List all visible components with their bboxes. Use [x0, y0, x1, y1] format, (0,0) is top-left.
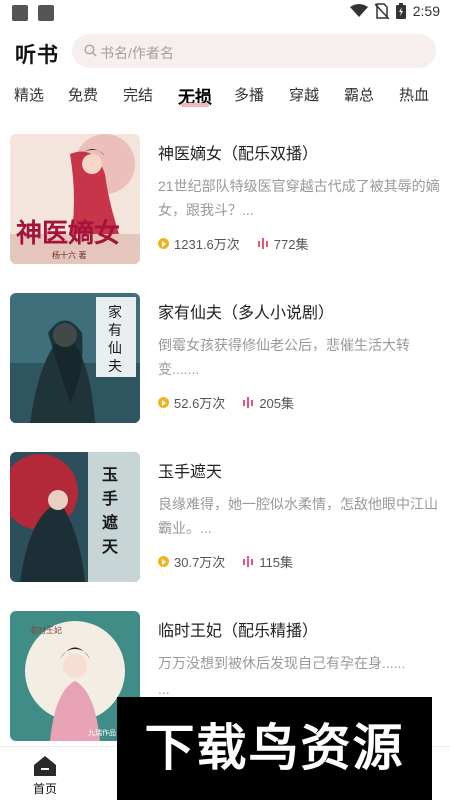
book-item[interactable]: 家 有 仙 夫 家有仙夫（多人小说剧） 倒霉女孩获得修仙老公后，悲催生活大转变.…: [0, 293, 450, 433]
status-bar: 2:59: [0, 0, 450, 26]
book-meta: 30.7万次 115集: [158, 552, 293, 571]
play-count-icon: [158, 397, 169, 408]
svg-text:玉: 玉: [102, 465, 118, 484]
episode-count: 772集: [273, 237, 309, 252]
book-cover[interactable]: 神医嫡女 杨十六 著: [10, 134, 140, 264]
episodes-icon: [257, 238, 268, 249]
tab-mianfei[interactable]: 免费: [68, 84, 98, 105]
book-title[interactable]: 神医嫡女（配乐双播）: [158, 140, 318, 164]
book-cover[interactable]: 家 有 仙 夫: [10, 293, 140, 423]
watermark-overlay: 下载鸟资源: [117, 697, 432, 800]
book-cover[interactable]: 玉 手 遮 天: [10, 452, 140, 582]
tab-rexue[interactable]: 热血: [399, 84, 429, 105]
tab-jingxuan[interactable]: 精选: [14, 84, 44, 105]
battery-icon: [395, 3, 406, 19]
header: 听书 书名/作者名: [0, 32, 450, 72]
book-item[interactable]: 神医嫡女 杨十六 著 神医嫡女（配乐双播） 21世纪部队特级医官穿越古代成了被其…: [0, 134, 450, 274]
svg-text:夫: 夫: [108, 359, 122, 375]
home-icon: [34, 756, 56, 776]
app-title: 听书: [15, 44, 59, 67]
tab-wanjie[interactable]: 完结: [123, 84, 153, 105]
book-item[interactable]: 玉 手 遮 天 玉手遮天 良缘难得，她一腔似水柔情，怎敌他眼中江山霸业。... …: [0, 452, 450, 592]
book-meta: 1231.6万次 772集: [158, 234, 308, 253]
cover-author: 杨十六 著: [52, 250, 87, 260]
search-icon: [84, 44, 97, 57]
no-sim-icon: [374, 3, 389, 19]
tab-label-home: 首页: [32, 782, 57, 796]
play-count: 52.6万次: [174, 396, 226, 411]
tab-home[interactable]: 首页: [0, 747, 90, 800]
play-count-icon: [158, 556, 169, 567]
cover-author: 九瑞作品: [88, 728, 116, 737]
svg-text:天: 天: [102, 537, 119, 556]
svg-text:遮: 遮: [102, 513, 118, 532]
play-count: 30.7万次: [174, 555, 226, 570]
svg-text:仙: 仙: [108, 341, 122, 357]
play-count: 1231.6万次: [174, 237, 240, 252]
book-title[interactable]: 家有仙夫（多人小说剧）: [158, 299, 334, 323]
wifi-icon: [349, 4, 368, 17]
cover-title: 神医嫡女: [16, 218, 120, 249]
book-description: 万万没想到被休后发现自己有孕在身......: [158, 655, 406, 671]
episodes-icon: [243, 556, 254, 567]
book-title[interactable]: 玉手遮天: [158, 458, 222, 482]
book-description: 21世纪部队特级医官穿越古代成了被其辱的嫡女，跟我斗？...: [158, 178, 440, 218]
episode-count: 115集: [259, 555, 294, 570]
tab-chuanyue[interactable]: 穿越: [289, 84, 319, 105]
episodes-icon: [243, 397, 254, 408]
app-notification-icon: [38, 5, 54, 21]
play-count-icon: [158, 238, 169, 249]
search-placeholder: 书名/作者名: [100, 45, 174, 61]
cover-title: 临时王妃: [30, 625, 62, 635]
watermark-text: 下载鸟资源: [144, 720, 405, 776]
search-input[interactable]: 书名/作者名: [72, 34, 436, 68]
active-tab-indicator: [181, 103, 209, 107]
episode-count: 205集: [259, 396, 295, 411]
tab-duobo[interactable]: 多播: [234, 84, 264, 105]
gallery-notification-icon: [12, 5, 28, 21]
book-meta: 52.6万次 205集: [158, 393, 294, 412]
category-tabs: 精选 免费 完结 无损 多播 穿越 霸总 热血: [0, 84, 450, 108]
book-description: 良缘难得，她一腔似水柔情，怎敌他眼中江山霸业。...: [158, 496, 438, 536]
book-title[interactable]: 临时王妃（配乐精播）: [158, 617, 318, 641]
svg-text:有: 有: [108, 323, 122, 339]
book-description: 倒霉女孩获得修仙老公后，悲催生活大转变.......: [158, 337, 410, 377]
svg-text:家: 家: [108, 304, 122, 321]
svg-text:手: 手: [102, 489, 118, 508]
status-time: 2:59: [412, 3, 440, 19]
tab-bazong[interactable]: 霸总: [344, 84, 374, 105]
